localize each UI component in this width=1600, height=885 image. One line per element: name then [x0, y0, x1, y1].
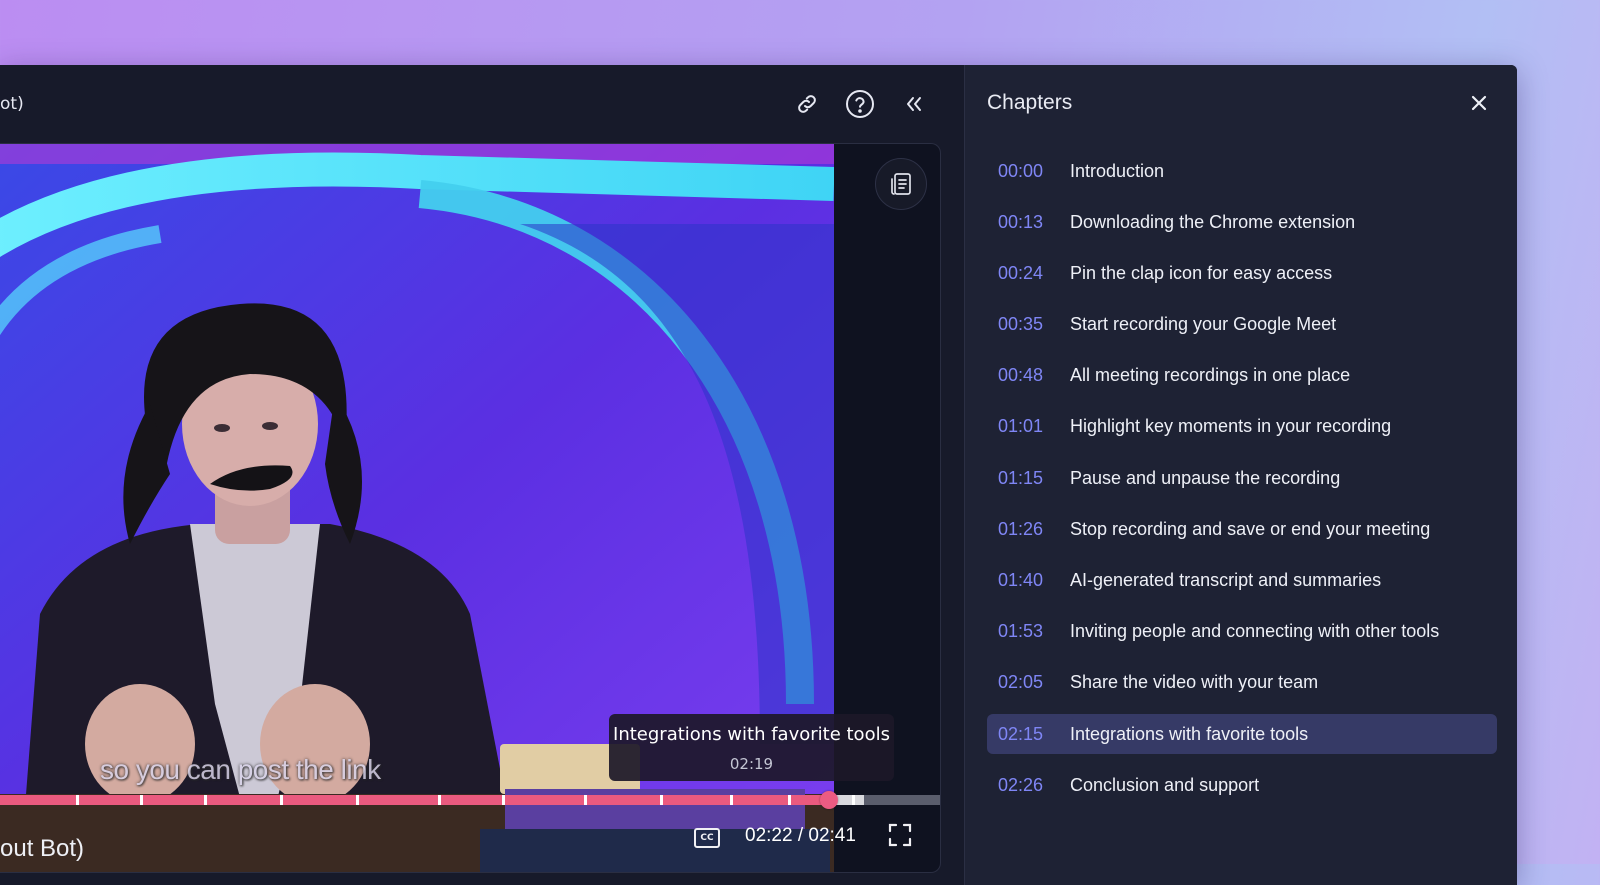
chapter-item[interactable]: 01:01 Highlight key moments in your recor…	[987, 407, 1497, 447]
chapter-marker[interactable]	[852, 795, 856, 805]
chapter-title: Stop recording and save or end your meet…	[1070, 518, 1431, 539]
transcript-button[interactable]	[875, 158, 927, 210]
chapter-marker[interactable]	[356, 795, 360, 805]
player-pane: ot) so you can post the link Integration…	[0, 65, 964, 885]
chapter-title: Share the video with your team	[1070, 672, 1319, 693]
chapter-item[interactable]: 01:40 AI-generated transcript and summari…	[987, 561, 1497, 601]
video-title: ot)	[0, 94, 24, 114]
chapter-title: Pin the clap icon for easy access	[1070, 262, 1333, 283]
chapter-marker[interactable]	[729, 795, 733, 805]
chapter-timestamp: 02:26	[998, 774, 1044, 795]
chapter-marker[interactable]	[583, 795, 587, 805]
chapter-title: Start recording your Google Meet	[1070, 314, 1337, 335]
chapter-marker[interactable]	[75, 795, 79, 805]
player-toolbar: ot)	[0, 65, 964, 143]
progress-scrubber[interactable]	[820, 791, 839, 809]
chapter-timestamp: 01:53	[998, 621, 1044, 642]
collapse-icon[interactable]	[897, 87, 931, 121]
chapter-timestamp: 01:40	[998, 570, 1044, 590]
progress-played	[0, 795, 830, 805]
chapter-timestamp: 01:15	[998, 467, 1044, 488]
chapters-list: 00:00 Introduction 00:13 Downloading the Ch…	[987, 151, 1497, 816]
chapter-item[interactable]: 00:48 All meeting recordings in one place	[987, 356, 1497, 396]
chapter-title: Integrations with favorite tools	[1070, 723, 1309, 744]
chapter-title: Highlight key moments in your recording	[1070, 416, 1392, 437]
tooltip-chapter-title: Integrations with favorite tools	[613, 724, 890, 745]
chapter-timestamp: 00:13	[998, 211, 1044, 232]
chapter-title: Downloading the Chrome extension	[1070, 211, 1356, 232]
chapter-marker[interactable]	[659, 795, 663, 805]
chapter-marker[interactable]	[204, 795, 208, 805]
video-title-below: out Bot)	[0, 835, 85, 862]
chapter-marker[interactable]	[502, 795, 506, 805]
chapter-title: Pause and unpause the recording	[1070, 467, 1341, 488]
chapter-timestamp: 00:00	[998, 160, 1044, 181]
video-player[interactable]: so you can post the link Integrations wi…	[0, 143, 941, 873]
chapter-timestamp: 00:35	[998, 314, 1044, 335]
chapter-marker[interactable]	[437, 795, 441, 805]
chapter-item[interactable]: 01:53 Inviting people and connecting with…	[987, 612, 1497, 652]
closed-captions-button[interactable]: CC	[694, 828, 720, 848]
chapter-timestamp: 02:15	[998, 723, 1044, 744]
chapter-item[interactable]: 00:00 Introduction	[987, 151, 1497, 191]
video-app-window: ot) so you can post the link Integration…	[0, 65, 1517, 885]
chapters-panel: Chapters 00:00 Introduction 00:13 Downloadi…	[964, 65, 1517, 885]
chapter-title: All meeting recordings in one place	[1070, 365, 1351, 386]
progress-bar[interactable]	[0, 791, 940, 809]
time-display: 02:22 / 02:41	[745, 825, 856, 846]
chapter-title: Conclusion and support	[1070, 774, 1260, 795]
chapter-item[interactable]: 00:35 Start recording your Google Meet	[987, 305, 1497, 345]
chapter-marker[interactable]	[788, 795, 792, 805]
player-controls: CC 02:22 / 02:41	[0, 810, 940, 870]
chapter-title: AI-generated transcript and summaries	[1070, 570, 1382, 590]
chapter-timestamp: 00:24	[998, 262, 1044, 283]
chapter-timestamp: 01:01	[998, 416, 1044, 437]
chapter-item[interactable]: 00:13 Downloading the Chrome extension	[987, 202, 1497, 242]
chapter-timestamp: 00:48	[998, 365, 1044, 386]
transcript-icon	[891, 173, 911, 195]
close-icon[interactable]	[1470, 94, 1488, 116]
help-icon[interactable]	[843, 87, 877, 121]
link-icon[interactable]	[790, 87, 824, 121]
chapter-item[interactable]: 02:05 Share the video with your team	[987, 663, 1497, 703]
chapter-hover-tooltip: Integrations with favorite tools 02:19	[609, 714, 894, 781]
chapter-title: Inviting people and connecting with othe…	[1070, 621, 1440, 642]
tooltip-time: 02:19	[729, 755, 774, 773]
chapter-item[interactable]: 00:24 Pin the clap icon for easy access	[987, 253, 1497, 293]
chapter-item[interactable]: 02:15 Integrations with favorite tools	[987, 714, 1497, 755]
chapter-timestamp: 02:05	[998, 672, 1044, 693]
fullscreen-icon[interactable]	[888, 823, 912, 851]
chapters-heading: Chapters	[987, 91, 1073, 114]
video-subtitle: so you can post the link	[100, 754, 381, 785]
chapter-timestamp: 01:26	[998, 518, 1044, 539]
chapter-marker[interactable]	[280, 795, 284, 805]
chapter-marker[interactable]	[140, 795, 144, 805]
chapter-item[interactable]: 01:26 Stop recording and save or end your…	[987, 509, 1497, 549]
chapter-title: Introduction	[1070, 160, 1165, 181]
chapter-item[interactable]: 02:26 Conclusion and support	[987, 765, 1497, 805]
chapter-item[interactable]: 01:15 Pause and unpause the recording	[987, 458, 1497, 498]
